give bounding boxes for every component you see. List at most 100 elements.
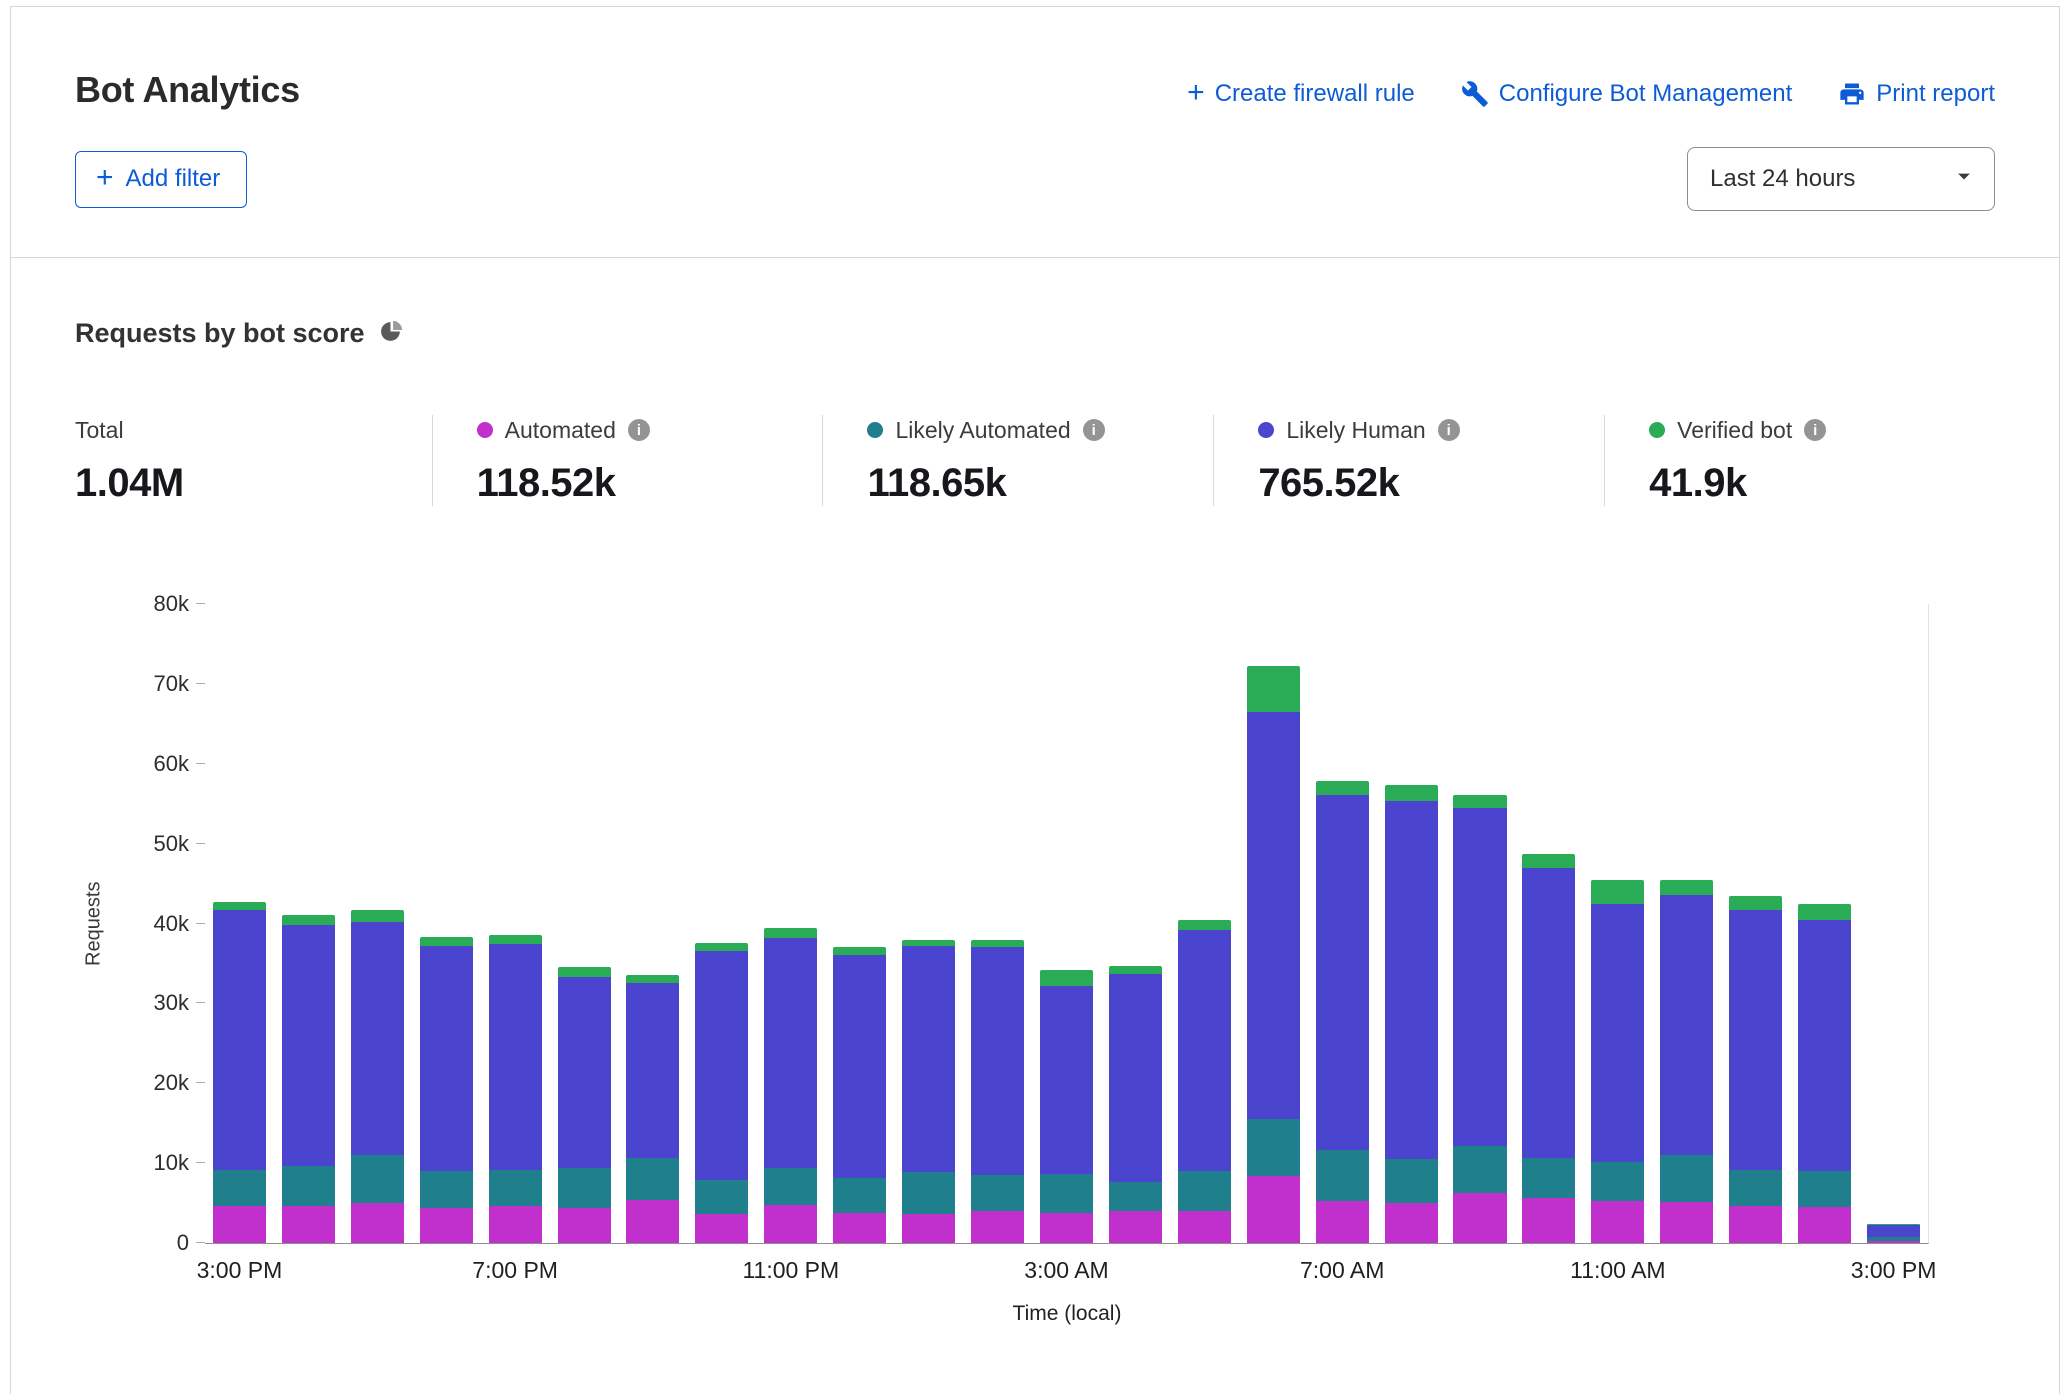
bar-segment-likely-automated: [695, 1180, 748, 1214]
bar-segment-likely-human: [971, 947, 1024, 1175]
bar-segment-automated: [1522, 1198, 1575, 1243]
y-axis-tick-mark: [196, 603, 205, 604]
bar-segment-likely-automated: [764, 1168, 817, 1206]
bar-segment-verified-bot: [833, 947, 886, 954]
stacked-bar: [1385, 604, 1438, 1243]
bar-4-00-am-13[interactable]: [1101, 604, 1170, 1243]
bar-3-00-am-12[interactable]: [1032, 604, 1101, 1243]
bar-segment-verified-bot: [1798, 904, 1851, 920]
info-icon[interactable]: i: [1083, 419, 1105, 441]
stats-row: Total 1.04M Automated i 118.52k Likely A…: [75, 415, 1995, 506]
bar-1-00-pm-22[interactable]: [1721, 604, 1790, 1243]
bar-segment-likely-automated: [213, 1170, 266, 1207]
bar-6-00-am-15[interactable]: [1239, 604, 1308, 1243]
x-axis-title: Time (local): [205, 1302, 1929, 1326]
x-axis-tick-label: 11:00 AM: [1570, 1257, 1665, 1284]
chart-section: Requests by bot score Total 1.04M Automa…: [11, 258, 2059, 1366]
bar-segment-automated: [1247, 1176, 1300, 1243]
bar-1-00-am-10[interactable]: [894, 604, 963, 1243]
bar-8-00-pm-5[interactable]: [550, 604, 619, 1243]
bar-segment-verified-bot: [1522, 854, 1575, 868]
likely-automated-legend-dot: [867, 422, 883, 438]
automated-legend-dot: [477, 422, 493, 438]
info-icon[interactable]: i: [1804, 419, 1826, 441]
add-filter-button[interactable]: + Add filter: [75, 151, 247, 208]
filter-row: + Add filter Last 24 hours: [11, 111, 2059, 257]
stat-likely-human-value: 765.52k: [1258, 461, 1574, 506]
stacked-bar: [1867, 604, 1920, 1243]
bar-segment-automated: [695, 1214, 748, 1243]
y-axis-tick-label: 70k: [154, 671, 189, 697]
print-report-link[interactable]: Print report: [1838, 79, 1995, 109]
y-axis-tick-label: 10k: [154, 1150, 189, 1176]
stat-verified-bot-label: Verified bot: [1677, 417, 1792, 444]
bar-7-00-pm-4[interactable]: [481, 604, 550, 1243]
bar-segment-verified-bot: [1729, 896, 1782, 910]
chevron-down-icon: [1950, 162, 1978, 197]
bar-segment-likely-automated: [833, 1178, 886, 1213]
x-axis-tick-label: 7:00 AM: [1300, 1257, 1384, 1284]
stat-total: Total 1.04M: [75, 415, 432, 506]
bar-segment-automated: [1109, 1211, 1162, 1243]
bar-3-00-pm-0[interactable]: [205, 604, 274, 1243]
printer-icon: [1838, 80, 1866, 108]
time-range-dropdown[interactable]: Last 24 hours: [1687, 147, 1995, 211]
bar-segment-likely-automated: [1109, 1182, 1162, 1211]
bar-8-00-am-17[interactable]: [1377, 604, 1446, 1243]
x-axis-tick-label: 3:00 AM: [1024, 1257, 1108, 1284]
stacked-bar: [558, 604, 611, 1243]
bar-7-00-am-16[interactable]: [1308, 604, 1377, 1243]
bar-segment-likely-automated: [1178, 1171, 1231, 1211]
bar-segment-likely-human: [351, 922, 404, 1155]
bar-3-00-pm-24[interactable]: [1859, 604, 1928, 1243]
bar-5-00-pm-2[interactable]: [343, 604, 412, 1243]
info-icon[interactable]: i: [1438, 419, 1460, 441]
bar-segment-automated: [1316, 1201, 1369, 1243]
bar-segment-verified-bot: [213, 902, 266, 910]
bar-segment-automated: [971, 1211, 1024, 1243]
stacked-bar: [1040, 604, 1093, 1243]
time-range-value: Last 24 hours: [1710, 165, 1855, 193]
bar-segment-verified-bot: [1385, 785, 1438, 801]
create-firewall-rule-link[interactable]: + Create firewall rule: [1187, 79, 1415, 109]
bar-segment-likely-human: [1247, 712, 1300, 1119]
bar-segment-automated: [1453, 1193, 1506, 1243]
y-axis-tick-mark: [196, 843, 205, 844]
bar-segment-verified-bot: [1316, 781, 1369, 795]
bar-9-00-am-18[interactable]: [1446, 604, 1515, 1243]
bar-2-00-pm-23[interactable]: [1790, 604, 1859, 1243]
bar-10-00-am-19[interactable]: [1514, 604, 1583, 1243]
bar-5-00-am-14[interactable]: [1170, 604, 1239, 1243]
bar-2-00-am-11[interactable]: [963, 604, 1032, 1243]
configure-bot-management-link[interactable]: Configure Bot Management: [1461, 79, 1793, 109]
bar-segment-automated: [1040, 1213, 1093, 1243]
y-axis-tick-label: 40k: [154, 911, 189, 937]
stacked-bar: [1178, 604, 1231, 1243]
bar-4-00-pm-1[interactable]: [274, 604, 343, 1243]
info-icon[interactable]: i: [628, 419, 650, 441]
bar-12-00-am-9[interactable]: [825, 604, 894, 1243]
bar-10-00-pm-7[interactable]: [687, 604, 756, 1243]
stacked-bar: [971, 604, 1024, 1243]
bar-segment-verified-bot: [1453, 795, 1506, 808]
bar-11-00-pm-8[interactable]: [756, 604, 825, 1243]
likely-human-legend-dot: [1258, 422, 1274, 438]
bar-segment-likely-human: [489, 944, 542, 1169]
stacked-bar: [351, 604, 404, 1243]
bar-6-00-pm-3[interactable]: [412, 604, 481, 1243]
bar-segment-verified-bot: [695, 943, 748, 951]
y-axis-tick-label: 60k: [154, 751, 189, 777]
bar-11-00-am-20[interactable]: [1583, 604, 1652, 1243]
stacked-bar: [833, 604, 886, 1243]
stacked-bar: [1109, 604, 1162, 1243]
y-axis-tick-mark: [196, 1162, 205, 1163]
bar-segment-verified-bot: [1247, 666, 1300, 712]
bar-segment-likely-human: [1109, 974, 1162, 1182]
y-axis-tick-label: 30k: [154, 990, 189, 1016]
bar-12-00-pm-21[interactable]: [1652, 604, 1721, 1243]
bar-9-00-pm-6[interactable]: [619, 604, 688, 1243]
stacked-bar: [1591, 604, 1644, 1243]
bar-segment-automated: [626, 1200, 679, 1243]
bar-segment-automated: [1178, 1211, 1231, 1243]
bar-segment-likely-automated: [1591, 1162, 1644, 1201]
